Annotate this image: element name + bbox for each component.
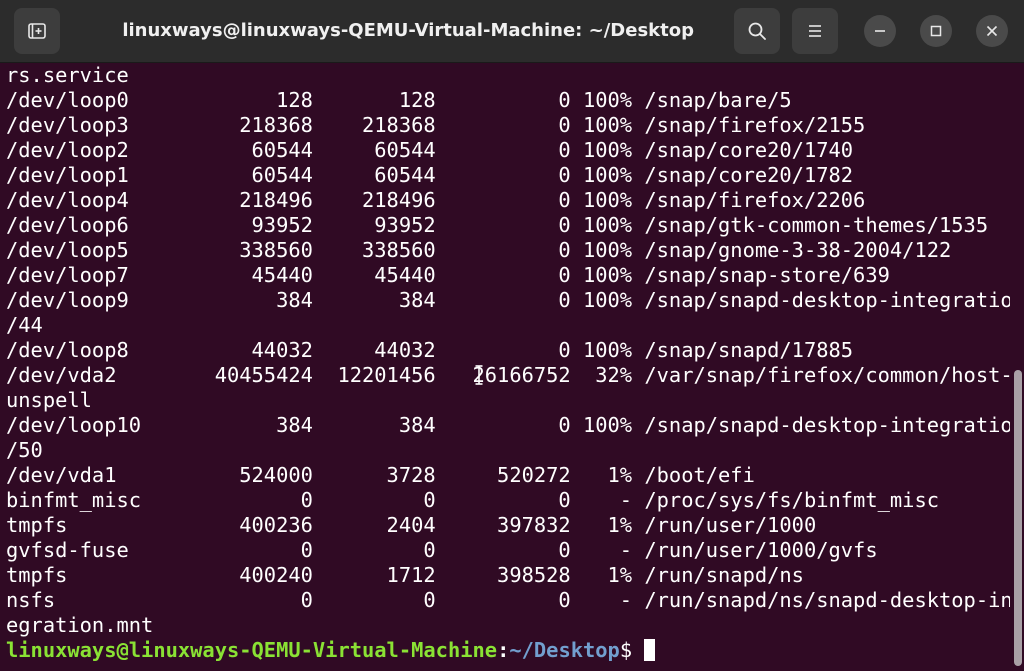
output-line: /dev/loop9 384 384 0 100% /snap/snapd-de… (6, 288, 1010, 312)
output-line: nsfs 0 0 0 - /run/snapd/ns/snapd-desktop… (6, 588, 1010, 612)
title-bar: linuxways@linuxways-QEMU-Virtual-Machine… (0, 0, 1024, 63)
output-line: gvfsd-fuse 0 0 0 - /run/user/1000/gvfs (6, 538, 878, 562)
prompt-symbol: $ (619, 638, 633, 662)
search-button[interactable] (734, 8, 780, 54)
output-line: /dev/loop7 45440 45440 0 100% /snap/snap… (6, 263, 890, 287)
output-line: /dev/loop2 60544 60544 0 100% /snap/core… (6, 138, 854, 162)
prompt-line[interactable]: linuxways@linuxways-QEMU-Virtual-Machine… (6, 638, 1010, 663)
window-title: linuxways@linuxways-QEMU-Virtual-Machine… (122, 20, 694, 41)
output-line: /dev/loop4 218496 218496 0 100% /snap/fi… (6, 188, 866, 212)
output-line: /50 (6, 438, 43, 462)
output-line: egration.mnt (6, 613, 154, 637)
minimize-button[interactable] (864, 15, 896, 47)
output-line: /dev/loop0 128 128 0 100% /snap/bare/5 (6, 88, 792, 112)
output-line: binfmt_misc 0 0 0 - /proc/sys/fs/binfmt_… (6, 488, 939, 512)
minimize-icon (874, 22, 886, 41)
hamburger-menu-icon (806, 23, 824, 39)
output-line: tmpfs 400236 2404 397832 1% /run/user/10… (6, 513, 817, 537)
search-icon (747, 21, 767, 41)
ibeam-cursor-icon (474, 364, 484, 390)
output-line: /dev/vda2 40455424 12201456 26166752 32%… (6, 363, 1010, 387)
scrollbar-thumb[interactable] (1014, 370, 1022, 666)
prompt-path: ~/Desktop (509, 638, 620, 662)
output-line: /dev/loop3 218368 218368 0 100% /snap/fi… (6, 113, 866, 137)
output-line: /44 (6, 313, 43, 337)
output-line: tmpfs 400240 1712 398528 1% /run/snapd/n… (6, 563, 804, 587)
prompt-separator: : (497, 638, 510, 662)
output-line: /dev/loop6 93952 93952 0 100% /snap/gtk-… (6, 213, 989, 237)
text-cursor (644, 639, 656, 661)
output-line: /dev/loop8 44032 44032 0 100% /snap/snap… (6, 338, 854, 362)
output-line: /dev/loop10 384 384 0 100% /snap/snapd-d… (6, 413, 1010, 437)
maximize-button[interactable] (920, 15, 952, 47)
maximize-icon (930, 22, 942, 41)
menu-button[interactable] (792, 8, 838, 54)
new-tab-icon (27, 21, 47, 41)
output-line: unspell (6, 388, 92, 412)
output-line: /dev/loop1 60544 60544 0 100% /snap/core… (6, 163, 854, 187)
output-line: rs.service (6, 63, 129, 87)
new-tab-button[interactable] (14, 8, 60, 54)
output-line: /dev/vda1 524000 3728 520272 1% /boot/ef… (6, 463, 755, 487)
terminal-window: linuxways@linuxways-QEMU-Virtual-Machine… (0, 0, 1024, 671)
close-icon (986, 22, 998, 41)
close-button[interactable] (976, 15, 1008, 47)
output-line: /dev/loop5 338560 338560 0 100% /snap/gn… (6, 238, 952, 262)
prompt-user-host: linuxways@linuxways-QEMU-Virtual-Machine (6, 638, 498, 662)
terminal-output[interactable]: rs.service /dev/loop0 128 128 0 100% /sn… (0, 63, 1010, 671)
